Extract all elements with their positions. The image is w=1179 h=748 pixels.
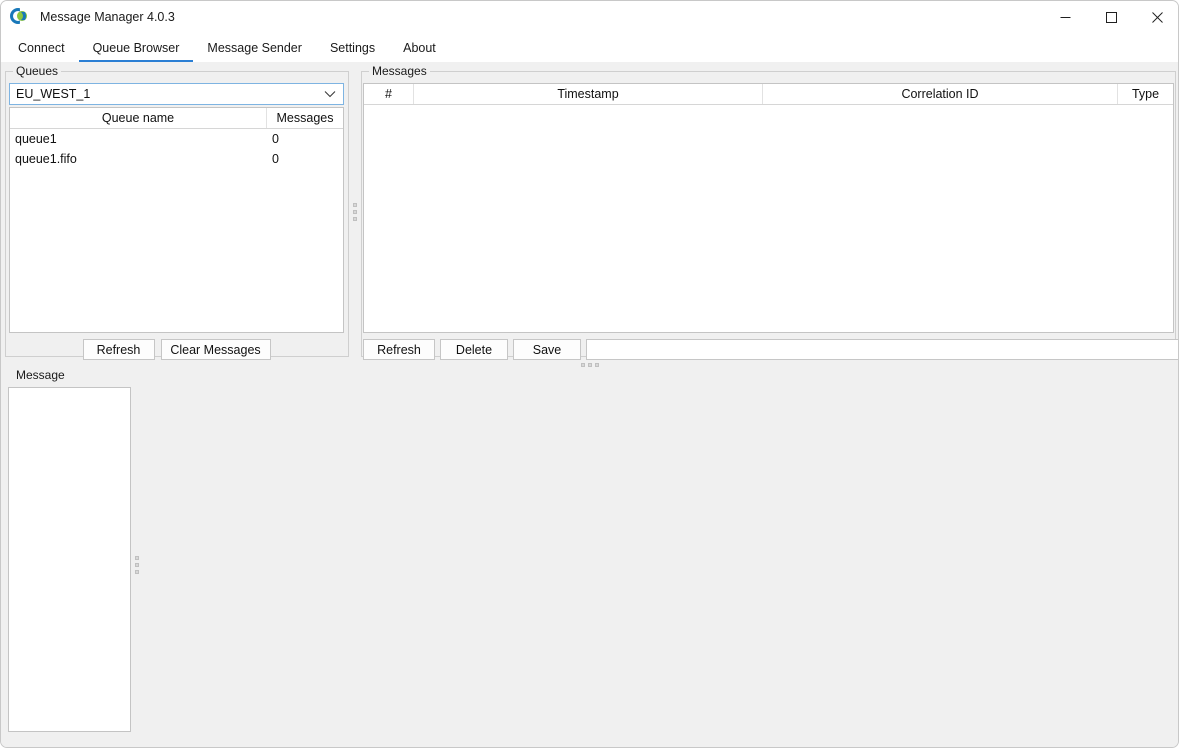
table-row[interactable]: queue1 0 xyxy=(10,129,343,149)
close-button[interactable] xyxy=(1134,1,1178,33)
column-header-timestamp[interactable]: Timestamp xyxy=(414,84,763,104)
tab-connect[interactable]: Connect xyxy=(4,33,79,62)
tab-message-sender-label: Message Sender xyxy=(207,40,302,55)
messages-table-header: # Timestamp Correlation ID Type xyxy=(364,84,1173,105)
messages-table[interactable]: # Timestamp Correlation ID Type xyxy=(363,83,1174,333)
messages-refresh-button[interactable]: Refresh xyxy=(363,339,435,360)
queues-button-bar: Refresh Clear Messages xyxy=(5,339,348,360)
region-select[interactable]: EU_WEST_1 xyxy=(9,83,344,105)
message-panel: Message xyxy=(5,368,1176,745)
clear-messages-button[interactable]: Clear Messages xyxy=(160,339,271,360)
chevron-down-icon xyxy=(324,87,336,101)
column-header-messages[interactable]: Messages xyxy=(267,108,343,128)
tab-settings-label: Settings xyxy=(329,40,376,55)
column-header-queue-name[interactable]: Queue name xyxy=(10,108,267,128)
tab-about[interactable]: About xyxy=(389,33,450,62)
queue-browser-page: Queues EU_WEST_1 Queue name Messages que… xyxy=(1,62,1178,747)
queues-table[interactable]: Queue name Messages queue1 0 queue1.fifo… xyxy=(9,107,344,333)
region-select-value: EU_WEST_1 xyxy=(16,87,91,101)
messages-delete-button[interactable]: Delete xyxy=(440,339,508,360)
cell-queue-name: queue1.fifo xyxy=(15,152,77,166)
table-row[interactable]: queue1.fifo 0 xyxy=(10,149,343,169)
tab-message-sender[interactable]: Message Sender xyxy=(193,33,316,62)
tab-about-label: About xyxy=(403,40,436,55)
cell-queue-name: queue1 xyxy=(15,132,57,146)
minimize-icon xyxy=(1060,16,1070,18)
window-title: Message Manager 4.0.3 xyxy=(40,10,175,24)
tab-queue-browser-label: Queue Browser xyxy=(92,40,180,55)
title-bar: Message Manager 4.0.3 xyxy=(1,1,1178,33)
message-vertical-splitter-handle[interactable] xyxy=(132,545,141,585)
maximize-icon xyxy=(1105,11,1117,23)
close-icon xyxy=(1151,11,1163,23)
minimize-button[interactable] xyxy=(1042,1,1088,33)
maximize-button[interactable] xyxy=(1088,1,1134,33)
column-header-correlation-id[interactable]: Correlation ID xyxy=(763,84,1118,104)
vertical-splitter-handle[interactable] xyxy=(350,192,359,232)
messages-button-bar: Refresh Delete Save xyxy=(363,339,1178,360)
application-window: Message Manager 4.0.3 Connect Queue Brow… xyxy=(0,0,1179,748)
messages-save-button[interactable]: Save xyxy=(513,339,581,360)
cell-messages: 0 xyxy=(272,132,279,146)
queues-table-header: Queue name Messages xyxy=(10,108,343,129)
tab-queue-browser[interactable]: Queue Browser xyxy=(78,33,194,62)
save-path-input[interactable] xyxy=(586,339,1178,360)
queues-panel-body: EU_WEST_1 Queue name Messages queue1 0 q… xyxy=(5,71,349,360)
app-logo-icon xyxy=(10,8,28,26)
message-list[interactable] xyxy=(8,387,131,732)
tab-connect-label: Connect xyxy=(18,40,65,55)
main-tab-bar: Connect Queue Browser Message Sender Set… xyxy=(1,33,1178,62)
queues-refresh-button[interactable]: Refresh xyxy=(82,339,155,360)
messages-panel-body: # Timestamp Correlation ID Type Refresh … xyxy=(361,71,1178,360)
tab-settings[interactable]: Settings xyxy=(316,33,389,62)
message-panel-body xyxy=(5,375,1176,745)
column-header-type[interactable]: Type xyxy=(1118,84,1173,104)
queues-panel: Queues EU_WEST_1 Queue name Messages que… xyxy=(5,64,349,360)
window-controls xyxy=(1042,1,1178,33)
messages-panel: Messages # Timestamp Correlation ID Type… xyxy=(361,64,1178,360)
column-header-index[interactable]: # xyxy=(364,84,414,104)
cell-messages: 0 xyxy=(272,152,279,166)
